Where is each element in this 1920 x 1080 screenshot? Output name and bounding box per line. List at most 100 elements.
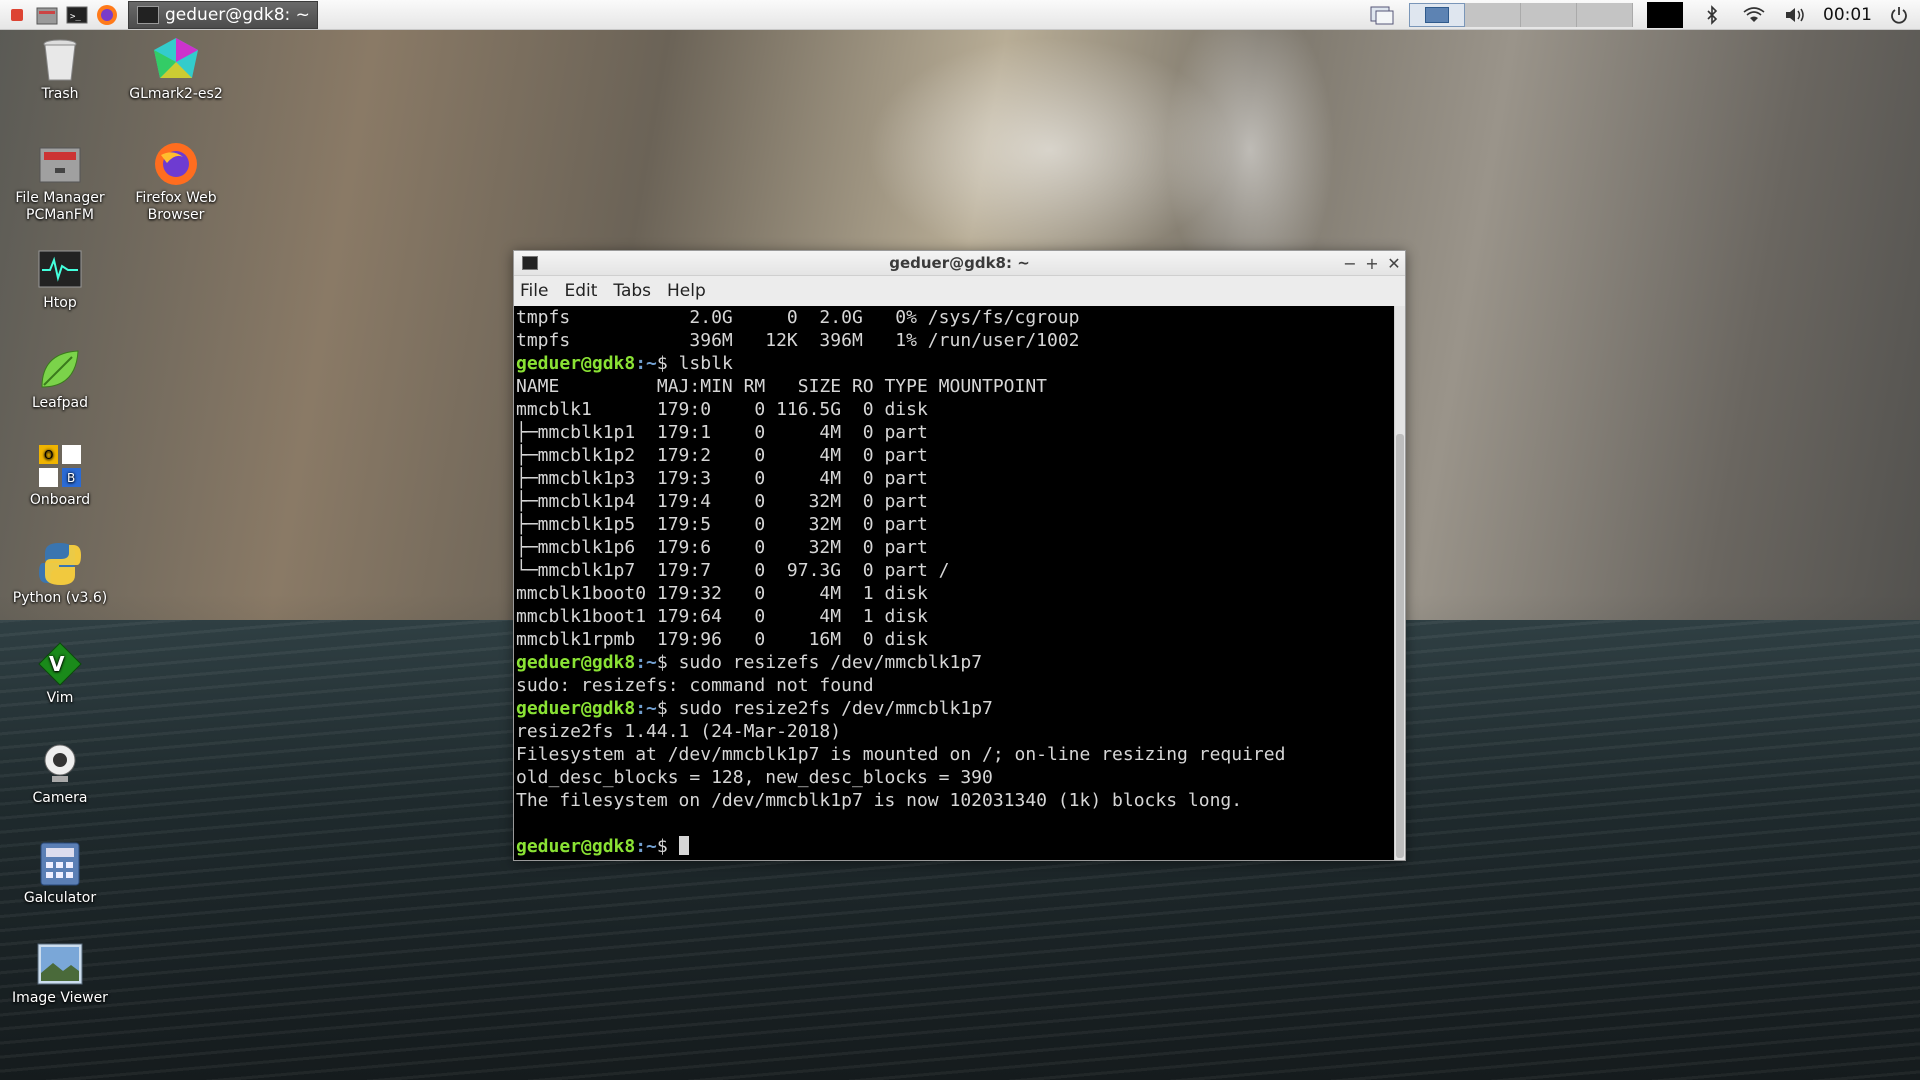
window-title: geduer@gdk8: ~	[889, 254, 1030, 272]
menubar: File Edit Tabs Help	[514, 276, 1405, 306]
prompt-user: geduer@gdk8	[516, 836, 636, 857]
terminal-output-line: old_desc_blocks = 128, new_desc_blocks =…	[516, 767, 993, 788]
menu-icon[interactable]	[5, 3, 29, 27]
window-titlebar[interactable]: geduer@gdk8: ~ − + ✕	[514, 251, 1405, 276]
terminal-output-line: The filesystem on /dev/mmcblk1p7 is now …	[516, 790, 1243, 811]
terminal-output-line: resize2fs 1.44.1 (24-Mar-2018)	[516, 721, 842, 742]
terminal-command-line: geduer@gdk8:~$ sudo resize2fs /dev/mmcbl…	[516, 697, 1394, 720]
command-text: lsblk	[678, 353, 733, 374]
taskbar-task-terminal[interactable]: geduer@gdk8: ~	[128, 0, 318, 29]
menu-edit[interactable]: Edit	[564, 281, 597, 301]
terminal-window: geduer@gdk8: ~ − + ✕ File Edit Tabs Help…	[513, 250, 1406, 861]
menu-file[interactable]: File	[520, 281, 548, 301]
clock[interactable]: 00:01	[1823, 5, 1872, 25]
desktop-icon-label: Onboard	[29, 492, 91, 508]
terminal-command-line: geduer@gdk8:~$ lsblk	[516, 352, 1394, 375]
firefox-icon[interactable]	[95, 3, 119, 27]
system-tray: 00:01	[1361, 0, 1920, 30]
terminal-scrollbar[interactable]	[1394, 306, 1405, 860]
desktop-icon-label: GLmark2-es2	[129, 86, 223, 102]
terminal-output-line: ├─mmcblk1p3 179:3 0 4M 0 part	[516, 468, 928, 489]
volume-icon[interactable]	[1783, 2, 1809, 28]
menu-help[interactable]: Help	[667, 281, 706, 301]
desktop-icon-label: Camera	[32, 790, 88, 806]
terminal-command-line: geduer@gdk8:~$	[516, 835, 1394, 858]
desktop-icon-galculator[interactable]: Galculator	[5, 840, 115, 907]
terminal-output-line: mmcblk1rpmb 179:96 0 16M 0 disk	[516, 629, 928, 650]
close-button[interactable]: ✕	[1383, 254, 1405, 273]
wifi-icon[interactable]	[1741, 2, 1767, 28]
terminal-output[interactable]: tmpfs 2.0G 0 2.0G 0% /sys/fs/cgroup tmpfs…	[514, 306, 1396, 860]
show-desktop-icon[interactable]	[1369, 2, 1395, 28]
desktop-icon-label: Python (v3.6)	[12, 590, 108, 606]
desktop-icon-image-viewer[interactable]: Image Viewer	[5, 940, 115, 1007]
desktop-icon-glmark2[interactable]: GLmark2-es2	[121, 36, 231, 103]
launcher-bar: >_	[0, 0, 122, 30]
prompt-path: :~	[635, 836, 657, 857]
file-manager-icon[interactable]	[35, 3, 59, 27]
svg-text:B: B	[67, 471, 75, 485]
desktop-icon-label: Leafpad	[31, 395, 89, 411]
desktop-icon-camera[interactable]: Camera	[5, 740, 115, 807]
vim-icon: V	[36, 640, 84, 688]
desktop-icon-htop[interactable]: Htop	[5, 245, 115, 312]
desktop-icon-label: Trash	[41, 86, 79, 102]
maximize-button[interactable]: +	[1361, 254, 1383, 273]
workspace-2[interactable]	[1465, 2, 1521, 27]
taskbar-task-title: geduer@gdk8: ~	[165, 4, 310, 25]
workspace-3[interactable]	[1521, 2, 1577, 27]
desktop-icon-label: Vim	[46, 690, 74, 706]
image-viewer-icon	[36, 940, 84, 988]
prompt-user: geduer@gdk8	[516, 353, 636, 374]
terminal-output-line: ├─mmcblk1p2 179:2 0 4M 0 part	[516, 445, 928, 466]
onboard-icon: OB	[36, 442, 84, 490]
workspace-pager	[1409, 2, 1633, 27]
desktop-icon-label: File Manager PCManFM	[15, 190, 105, 223]
workspace-1[interactable]	[1409, 2, 1465, 27]
cpu-monitor[interactable]	[1647, 1, 1683, 28]
terminal-cursor	[678, 836, 689, 855]
minimize-button[interactable]: −	[1339, 254, 1361, 273]
desktop-icon-vim[interactable]: V Vim	[5, 640, 115, 707]
desktop-icon-label: Image Viewer	[12, 990, 108, 1006]
window-controls: − + ✕	[1339, 254, 1405, 273]
terminal-output-line: sudo: resizefs: command not found	[516, 675, 874, 696]
bluetooth-icon[interactable]	[1699, 2, 1725, 28]
svg-text:>_: >_	[70, 12, 81, 22]
calculator-icon	[36, 840, 84, 888]
prompt-path: :~	[635, 698, 657, 719]
svg-text:V: V	[49, 652, 65, 676]
desktop-icon-file-manager[interactable]: File Manager PCManFM	[5, 140, 115, 224]
prompt-path: :~	[635, 353, 657, 374]
prompt-sign: $	[656, 836, 679, 857]
terminal-output-line: NAME MAJ:MIN RM SIZE RO TYPE MOUNTPOINT	[516, 376, 1048, 397]
desktop-icon-onboard[interactable]: OB Onboard	[5, 442, 115, 509]
terminal-command-line: geduer@gdk8:~$ sudo resizefs /dev/mmcblk…	[516, 651, 1394, 674]
terminal-output-line: ├─mmcblk1p1 179:1 0 4M 0 part	[516, 422, 928, 443]
camera-icon	[36, 740, 84, 788]
menu-tabs[interactable]: Tabs	[613, 281, 651, 301]
terminal-icon[interactable]: >_	[65, 3, 89, 27]
desktop-icon-python[interactable]: Python (v3.6)	[5, 540, 115, 607]
terminal-output-line: tmpfs 396M 12K 396M 1% /run/user/1002	[516, 330, 1080, 351]
terminal-output-line: mmcblk1boot1 179:64 0 4M 1 disk	[516, 606, 928, 627]
scrollbar-thumb[interactable]	[1396, 434, 1404, 858]
prompt-path: :~	[635, 652, 657, 673]
command-text: sudo resize2fs /dev/mmcblk1p7	[678, 698, 993, 719]
workspace-4[interactable]	[1577, 2, 1633, 27]
file-manager-icon	[36, 140, 84, 188]
terminal-output-line: ├─mmcblk1p6 179:6 0 32M 0 part	[516, 537, 928, 558]
desktop-icon-label: Galculator	[23, 890, 97, 906]
desktop-icon-leafpad[interactable]: Leafpad	[5, 345, 115, 412]
desktop-icon-firefox[interactable]: Firefox Web Browser	[121, 140, 231, 224]
terminal-output-line: mmcblk1boot0 179:32 0 4M 1 disk	[516, 583, 928, 604]
leafpad-icon	[36, 345, 84, 393]
desktop-icon-trash[interactable]: Trash	[5, 36, 115, 103]
power-icon[interactable]	[1886, 2, 1912, 28]
trash-icon	[36, 36, 84, 84]
top-taskbar: >_ geduer@gdk8: ~ 00:01	[0, 0, 1920, 30]
terminal-output-line: └─mmcblk1p7 179:7 0 97.3G 0 part /	[516, 560, 950, 581]
command-text: sudo resizefs /dev/mmcblk1p7	[678, 652, 983, 673]
desktop-icon-label: Firefox Web Browser	[135, 190, 217, 223]
